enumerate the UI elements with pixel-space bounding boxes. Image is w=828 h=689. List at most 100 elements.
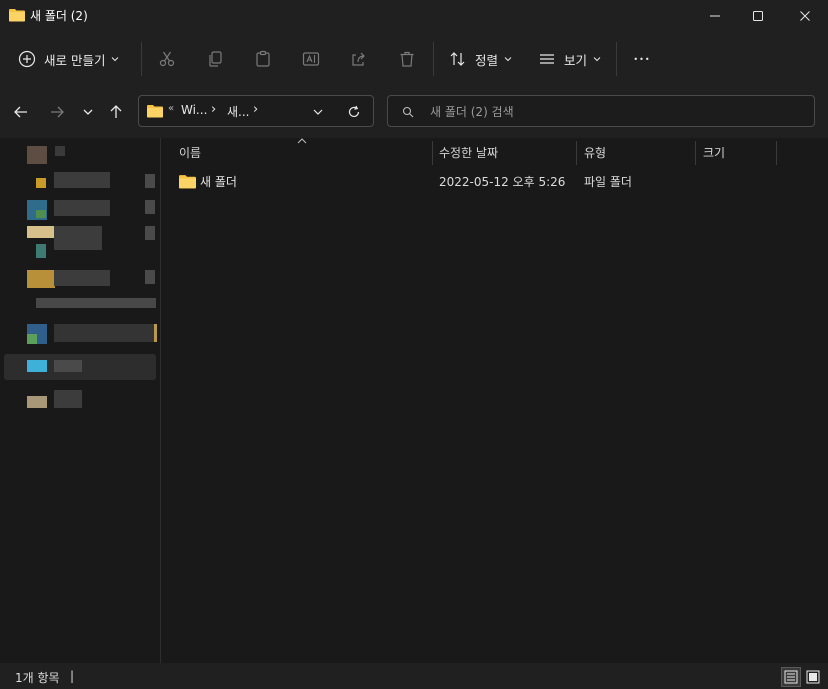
file-name[interactable]: 새 폴더 [200,172,237,192]
recent-locations-button[interactable] [75,98,101,126]
navigation-pane[interactable] [0,138,160,663]
toolbar-separator [141,42,142,76]
breadcrumb-separator-icon[interactable]: › [253,102,258,117]
chevron-down-icon [504,57,512,62]
new-button-label: 새로 만들기 [44,52,106,68]
arrow-left-icon [14,106,27,118]
chevron-down-icon [593,57,601,62]
paste-button[interactable] [254,44,274,74]
folder-icon [179,175,196,189]
list-view-icon [540,54,554,64]
sort-button[interactable]: 정렬 [449,44,515,74]
nav-blurred-item [36,210,46,218]
column-header-size[interactable]: 크기 [703,142,725,164]
forward-button[interactable] [44,98,70,126]
details-view-button[interactable] [781,667,801,687]
nav-blurred-item [145,200,155,214]
nav-blurred-item [145,226,155,240]
thumbnail-view-button[interactable] [803,667,823,687]
refresh-icon[interactable] [347,105,361,119]
status-cursor: | [70,669,75,683]
chevron-down-icon[interactable] [313,107,323,117]
item-count: 1개 항목 [15,671,60,685]
address-bar[interactable]: « Wi... › 새... › [138,95,374,127]
column-header-modified[interactable]: 수정한 날짜 [439,142,498,164]
scissors-icon [159,51,175,67]
sort-icon [450,52,465,66]
nav-blurred-item[interactable] [27,396,47,408]
clipboard-icon [256,50,270,67]
nav-blurred-item[interactable] [27,146,47,164]
nav-blurred-item[interactable] [27,360,47,372]
column-divider[interactable] [576,141,577,165]
folder-icon [147,105,163,118]
new-button[interactable]: 새로 만들기 [18,44,130,74]
column-header-type[interactable]: 유형 [584,142,606,164]
file-list[interactable] [161,138,828,663]
search-icon [402,106,414,118]
search-box[interactable] [387,95,815,127]
nav-blurred-item [36,244,46,258]
nav-blurred-item [54,172,110,188]
toolbar-separator [433,42,434,76]
breadcrumb-segment[interactable]: Wi... [181,103,207,117]
nav-blurred-item [54,324,154,342]
arrow-up-icon [110,105,122,118]
window-title: 새 폴더 (2) [30,9,88,23]
view-button-label: 보기 [564,52,588,68]
close-icon [800,11,810,21]
rename-button[interactable] [302,44,322,74]
column-divider[interactable] [695,141,696,165]
column-divider[interactable] [776,141,777,165]
sort-ascending-icon [297,138,307,144]
nav-blurred-item[interactable] [27,226,55,238]
copy-icon [209,51,222,67]
more-icon: ••• [633,54,651,64]
nav-blurred-item [54,270,110,286]
folder-icon [9,9,25,22]
maximize-button[interactable] [735,0,781,32]
chevron-down-icon [83,109,93,115]
more-options-button[interactable]: ••• [630,44,654,74]
nav-blurred-item [145,174,155,188]
maximize-icon [753,11,763,21]
nav-blurred-item [54,226,102,250]
view-button[interactable]: 보기 [538,44,604,74]
share-icon [352,52,365,66]
share-button[interactable] [350,44,370,74]
column-header-name[interactable]: 이름 [179,142,201,164]
arrow-right-icon [51,106,64,118]
toolbar-separator [616,42,617,76]
nav-blurred-item [145,270,155,284]
file-type: 파일 폴더 [584,175,632,189]
nav-blurred-item[interactable] [36,298,156,308]
delete-button[interactable] [398,44,418,74]
overflow-chevron-icon[interactable]: « [168,103,174,114]
status-bar [0,663,828,689]
breadcrumb-separator-icon[interactable]: › [211,102,216,117]
minimize-button[interactable] [692,0,738,32]
file-modified: 2022-05-12 오후 5:26 [439,175,566,189]
nav-blurred-item [27,334,37,344]
breadcrumb-segment[interactable]: 새... [227,103,249,120]
plus-circle-icon [18,50,36,68]
close-button[interactable] [782,0,828,32]
up-button[interactable] [103,98,129,126]
minimize-icon [710,15,720,17]
nav-blurred-item[interactable] [27,270,55,288]
back-button[interactable] [8,98,34,126]
cut-button[interactable] [158,44,178,74]
trash-icon [400,51,414,67]
details-view-icon [784,670,798,684]
thumbnail-view-icon [806,670,820,684]
search-input[interactable] [428,102,792,122]
sort-button-label: 정렬 [475,52,499,68]
copy-button[interactable] [206,44,226,74]
nav-blurred-item [55,146,65,156]
nav-blurred-item[interactable] [36,178,46,188]
chevron-down-icon [112,57,119,62]
nav-blurred-item [54,200,110,216]
nav-blurred-item [54,390,82,408]
rename-icon [302,52,320,66]
column-divider[interactable] [432,141,433,165]
